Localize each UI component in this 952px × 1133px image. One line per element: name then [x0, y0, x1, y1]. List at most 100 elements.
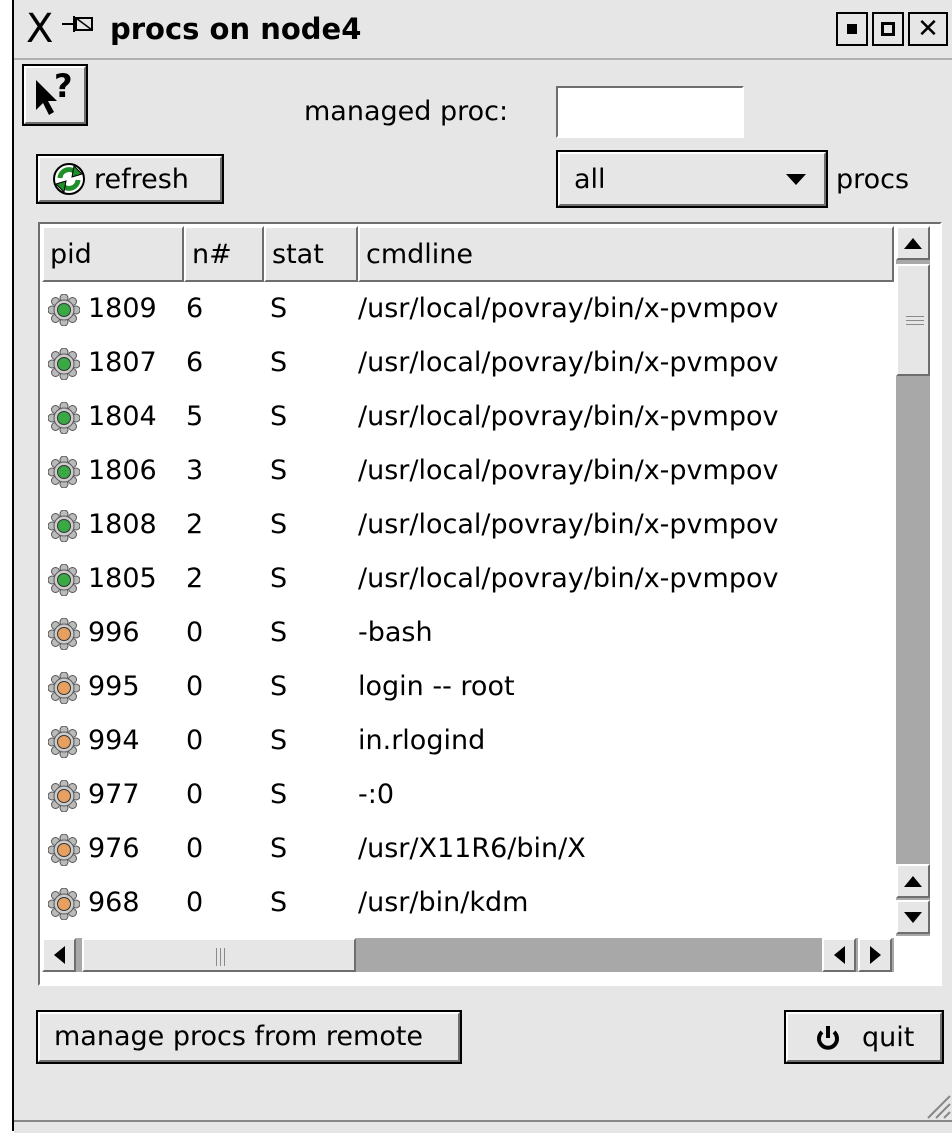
managed-gear-icon [48, 510, 80, 542]
maximize-button[interactable] [872, 12, 904, 46]
help-question-glyph: ? [54, 67, 73, 105]
stat-cell: S [270, 401, 288, 432]
table-row[interactable]: 1809 6 S/usr/local/povray/bin/x-pvmpov [42, 282, 894, 336]
process-list[interactable]: pid n# stat cmdline 1809 6 S/usr/local/pov… [38, 222, 942, 986]
scroll-up-button-lower[interactable] [896, 864, 930, 898]
scroll-up-button[interactable] [896, 226, 930, 260]
stat-cell: S [270, 509, 288, 540]
grip-line [216, 948, 217, 966]
chevron-down-icon [786, 173, 806, 185]
gear-icon [48, 834, 80, 866]
gear-icon [48, 888, 80, 920]
cmdline-cell: /usr/X11R6/bin/X [358, 833, 586, 864]
procs-filter-select[interactable]: all [556, 150, 828, 208]
scroll-down-button[interactable] [896, 900, 930, 934]
n-cell: 0 [186, 779, 204, 810]
stat-cell: S [270, 671, 288, 702]
arrow-left-icon [53, 946, 65, 964]
pin-icon[interactable] [60, 8, 96, 52]
procs-window: X procs on node4 ✕ ? managed proc: refre… [12, 0, 952, 1133]
managed-gear-icon [48, 294, 80, 326]
scroll-left-button-right[interactable] [822, 938, 856, 972]
pid-cell: 976 [88, 833, 140, 864]
scroll-right-button[interactable] [858, 938, 892, 972]
n-cell: 0 [186, 833, 204, 864]
n-cell: 0 [186, 671, 204, 702]
table-row[interactable]: 996 0 S -bash [42, 606, 894, 660]
manage-remote-button[interactable]: manage procs from remote [36, 1010, 462, 1064]
vertical-scrollbar[interactable] [896, 226, 930, 936]
arrow-right-icon [869, 946, 881, 964]
pid-cell: 977 [88, 779, 140, 810]
column-header-n[interactable]: n# [184, 226, 264, 282]
stat-cell: S [270, 455, 288, 486]
n-cell: 3 [186, 455, 204, 486]
managed-gear-icon [48, 402, 80, 434]
quit-label: quit [862, 1021, 915, 1053]
table-row[interactable]: 1805 2 S/usr/local/povray/bin/x-pvmpov [42, 552, 894, 606]
horizontal-scroll-thumb[interactable] [82, 938, 356, 972]
grip-line [224, 948, 225, 966]
pid-cell: 1806 [88, 455, 157, 486]
minimize-icon [847, 24, 857, 34]
column-header-stat[interactable]: stat [264, 226, 358, 282]
table-row[interactable]: 1804 5 S/usr/local/povray/bin/x-pvmpov [42, 390, 894, 444]
pid-cell: 994 [88, 725, 140, 756]
arrow-up-icon [904, 875, 922, 887]
cmdline-cell: -bash [358, 617, 433, 648]
list-header: pid n# stat cmdline [42, 226, 894, 282]
table-row[interactable]: 976 0 S/usr/X11R6/bin/X [42, 822, 894, 876]
quit-button[interactable]: quit [784, 1010, 944, 1064]
cmdline-cell: /usr/local/povray/bin/x-pvmpov [358, 347, 779, 378]
vertical-scroll-thumb[interactable] [896, 264, 930, 376]
n-cell: 0 [186, 617, 204, 648]
managed-gear-icon [48, 456, 80, 488]
window-title: procs on node4 [110, 12, 362, 46]
table-row[interactable] [42, 930, 894, 936]
managed-gear-icon [48, 564, 80, 596]
power-icon [816, 1025, 840, 1050]
pid-cell: 1807 [88, 347, 157, 378]
whats-this-button[interactable]: ? [22, 64, 88, 126]
pid-cell: 968 [88, 887, 140, 918]
scroll-left-button[interactable] [42, 938, 76, 972]
cmdline-cell: /usr/bin/kdm [358, 887, 529, 918]
grip-line [906, 320, 924, 321]
table-row[interactable]: 977 0 S -:0 [42, 768, 894, 822]
table-row[interactable]: 1806 3 S/usr/local/povray/bin/x-pvmpov [42, 444, 894, 498]
refresh-button[interactable]: refresh [36, 154, 224, 204]
managed-proc-input[interactable] [556, 86, 744, 138]
table-row[interactable]: 1808 2 S/usr/local/povray/bin/x-pvmpov [42, 498, 894, 552]
stat-cell: S [270, 779, 288, 810]
grip-line [906, 316, 924, 317]
process-list-viewport[interactable]: pid n# stat cmdline 1809 6 S/usr/local/pov… [42, 226, 894, 936]
cmdline-cell: /usr/local/povray/bin/x-pvmpov [358, 509, 779, 540]
column-header-pid[interactable]: pid [42, 226, 184, 282]
table-row[interactable]: 994 0 Sin.rlogind [42, 714, 894, 768]
resize-grip-icon[interactable] [922, 1090, 952, 1120]
arrow-up-icon [904, 237, 922, 249]
title-bar[interactable]: X procs on node4 ✕ [14, 0, 952, 60]
n-cell: 6 [186, 293, 204, 324]
table-row[interactable]: 968 0 S/usr/bin/kdm [42, 876, 894, 930]
column-header-cmdline[interactable]: cmdline [358, 226, 894, 282]
n-cell: 2 [186, 563, 204, 594]
minimize-button[interactable] [836, 12, 868, 46]
close-button[interactable]: ✕ [908, 12, 948, 46]
cmdline-cell: /usr/local/povray/bin/x-pvmpov [358, 455, 779, 486]
x-logo-icon[interactable]: X [26, 6, 53, 52]
table-row[interactable]: 1807 6 S/usr/local/povray/bin/x-pvmpov [42, 336, 894, 390]
stat-cell: S [270, 887, 288, 918]
pid-cell: 1808 [88, 509, 157, 540]
stat-cell: S [270, 293, 288, 324]
table-row[interactable]: 995 0 Slogin -- root [42, 660, 894, 714]
stat-cell: S [270, 617, 288, 648]
procs-filter-suffix: procs [836, 164, 910, 195]
pid-cell: 1805 [88, 563, 157, 594]
cmdline-cell: -:0 [358, 779, 395, 810]
horizontal-scrollbar[interactable] [42, 938, 894, 972]
gear-icon [48, 672, 80, 704]
n-cell: 0 [186, 887, 204, 918]
n-cell: 6 [186, 347, 204, 378]
refresh-label: refresh [94, 163, 189, 195]
